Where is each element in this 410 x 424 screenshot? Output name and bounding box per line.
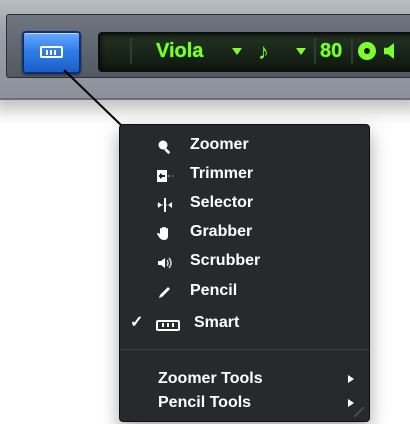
note-dropdown-arrow-icon[interactable] — [296, 48, 306, 55]
menu-item-label: Pencil — [190, 282, 238, 299]
smart-tool-button[interactable] — [22, 31, 81, 74]
menu-item-trimmer[interactable]: Trimmer — [120, 160, 369, 188]
menu-item-label: Selector — [190, 194, 254, 211]
note-value-icon[interactable]: ♪ — [258, 39, 269, 65]
menu-item-selector[interactable]: Selector — [120, 189, 369, 217]
menu-divider — [120, 349, 369, 350]
menu-item-scrubber[interactable]: Scrubber — [120, 247, 369, 275]
menu-resize-handle-icon — [354, 407, 364, 417]
instrument-display: Viola ♪ 80 — [98, 32, 410, 72]
selector-icon — [156, 195, 174, 212]
menu-item-pencil[interactable]: Pencil — [120, 277, 369, 305]
smart-tool-icon — [40, 46, 63, 58]
tool-menu: Zoomer Trimmer Selector Grabber Scrubber… — [119, 124, 370, 422]
smart-tool-icon — [156, 315, 180, 331]
menu-item-label: Scrubber — [190, 252, 261, 269]
trimmer-icon — [156, 166, 174, 182]
display-separator — [130, 38, 132, 64]
submenu-pencil-tools[interactable]: Pencil Tools — [120, 389, 369, 417]
pencil-icon — [156, 283, 174, 299]
instrument-dropdown-arrow-icon[interactable] — [232, 48, 242, 55]
submenu-arrow-icon — [348, 399, 354, 407]
scrubber-speaker-icon — [156, 253, 174, 269]
volume-speaker-icon[interactable] — [384, 43, 394, 59]
display-separator — [314, 38, 316, 64]
zoomer-icon — [156, 137, 174, 155]
display-separator — [351, 38, 353, 64]
submenu-label: Pencil Tools — [158, 394, 252, 411]
menu-item-label: Trimmer — [190, 165, 254, 182]
tempo-value[interactable]: 80 — [320, 41, 342, 61]
grabber-hand-icon — [156, 224, 174, 240]
menu-item-label: Smart — [194, 314, 240, 331]
checkmark-icon: ✓ — [130, 314, 144, 331]
menu-item-zoomer[interactable]: Zoomer — [120, 131, 369, 159]
menu-item-label: Zoomer — [190, 136, 249, 153]
menu-item-label: Grabber — [190, 223, 253, 240]
menu-item-smart[interactable]: ✓ Smart — [120, 309, 369, 337]
metronome-icon[interactable] — [358, 42, 376, 60]
menu-item-grabber[interactable]: Grabber — [120, 218, 369, 246]
instrument-name[interactable]: Viola — [156, 41, 203, 61]
submenu-arrow-icon — [348, 375, 354, 383]
